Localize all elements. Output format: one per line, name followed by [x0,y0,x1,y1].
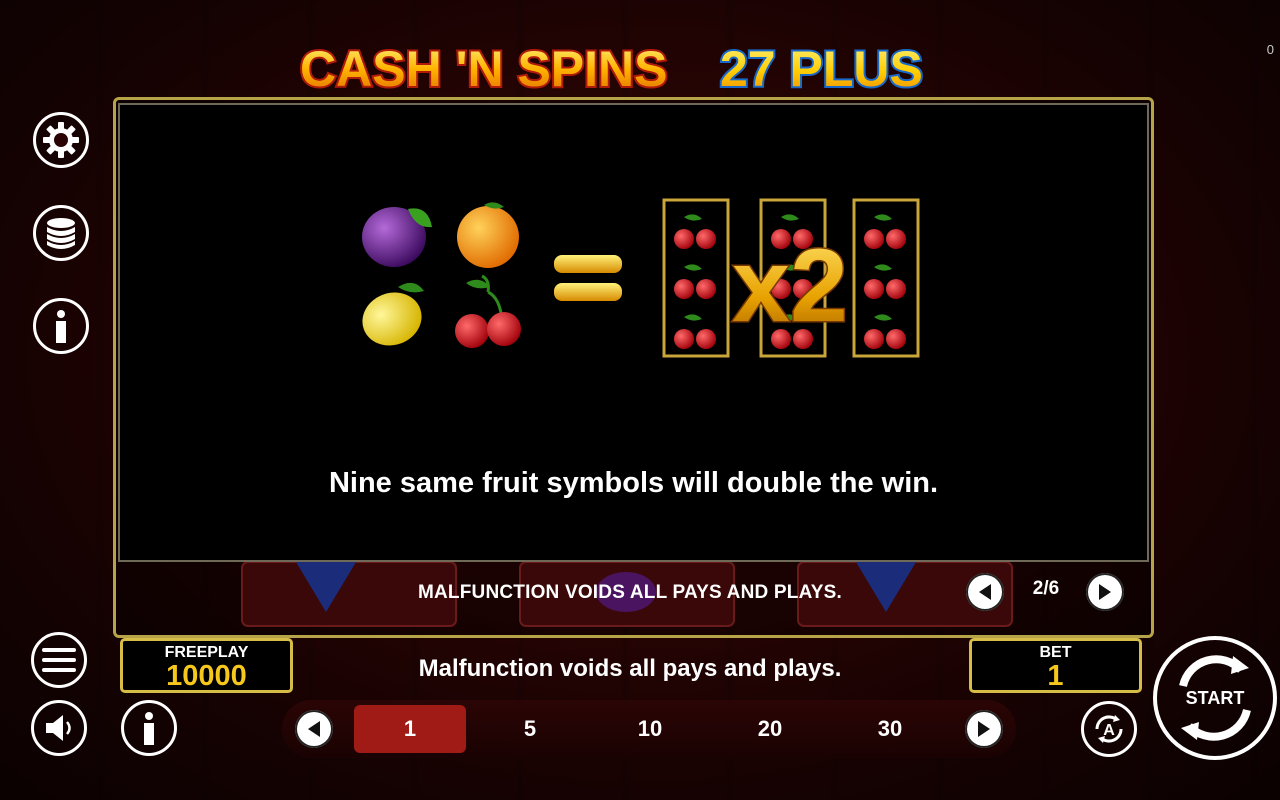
game-logo: CASH 'N SPINS 27 PLUS [298,39,925,99]
settings-button[interactable] [33,112,89,168]
freeplay-value: 10000 [166,660,247,692]
bet-box: BET 1 [969,638,1142,693]
page-indicator: 2/6 [1032,578,1060,599]
paytable-next-button[interactable] [1086,573,1124,611]
paytable-illustration: x2 [362,198,920,358]
coins-stack-icon [47,218,75,249]
rule-text: Nine same fruit symbols will double the … [328,467,939,499]
malfunction-notice-bottom: Malfunction voids all pays and plays. [418,655,842,682]
title-part2: 27 PLUS [720,41,923,97]
info-icon [144,712,154,745]
bet-option-5[interactable]: 5 [474,705,586,753]
multiplier-label: x2 [732,228,848,344]
info-button[interactable] [33,298,89,354]
bet-value: 1 [1047,660,1064,692]
bet-option-1[interactable]: 1 [354,705,466,753]
info-button-bottom[interactable] [121,700,177,756]
paytable-panel: x2 Nine same fruit symbols will double t… [118,103,1149,562]
bet-option-10[interactable]: 10 [594,705,706,753]
info-icon [56,310,66,343]
paytable-prev-button[interactable] [966,573,1004,611]
start-label: START [1185,687,1245,708]
autoplay-icon: A [1095,715,1123,743]
hamburger-menu-icon [42,648,76,672]
autoplay-button[interactable]: A [1081,701,1137,757]
svg-text:A: A [1103,722,1115,739]
start-button[interactable]: START [1153,636,1277,760]
speaker-icon [46,715,71,741]
freeplay-label: FREEPLAY [164,644,249,661]
orange-icon [457,202,519,268]
menu-button[interactable] [31,632,87,688]
bet-option-20[interactable]: 20 [714,705,826,753]
freeplay-box: FREEPLAY 10000 [120,638,293,693]
title-part1: CASH 'N SPINS [300,41,668,97]
arrow-left-icon [979,584,991,600]
arrow-right-icon [1099,584,1111,600]
lemon-icon [362,282,424,346]
bet-label: BET [1039,644,1072,661]
plum-icon [362,207,432,267]
bet-increase-button[interactable] [965,710,1003,748]
arrow-left-icon [308,721,320,737]
sound-button[interactable] [31,700,87,756]
coins-button[interactable] [33,205,89,261]
malfunction-notice-top: MALFUNCTION VOIDS ALL PAYS AND PLAYS. [417,582,843,603]
cherry-icon [455,274,521,348]
equals-icon [554,255,622,301]
arrow-right-icon [978,721,990,737]
bet-option-30[interactable]: 30 [834,705,946,753]
gear-icon [43,122,79,158]
corner-counter: 0 [1266,42,1274,57]
bet-decrease-button[interactable] [295,710,333,748]
